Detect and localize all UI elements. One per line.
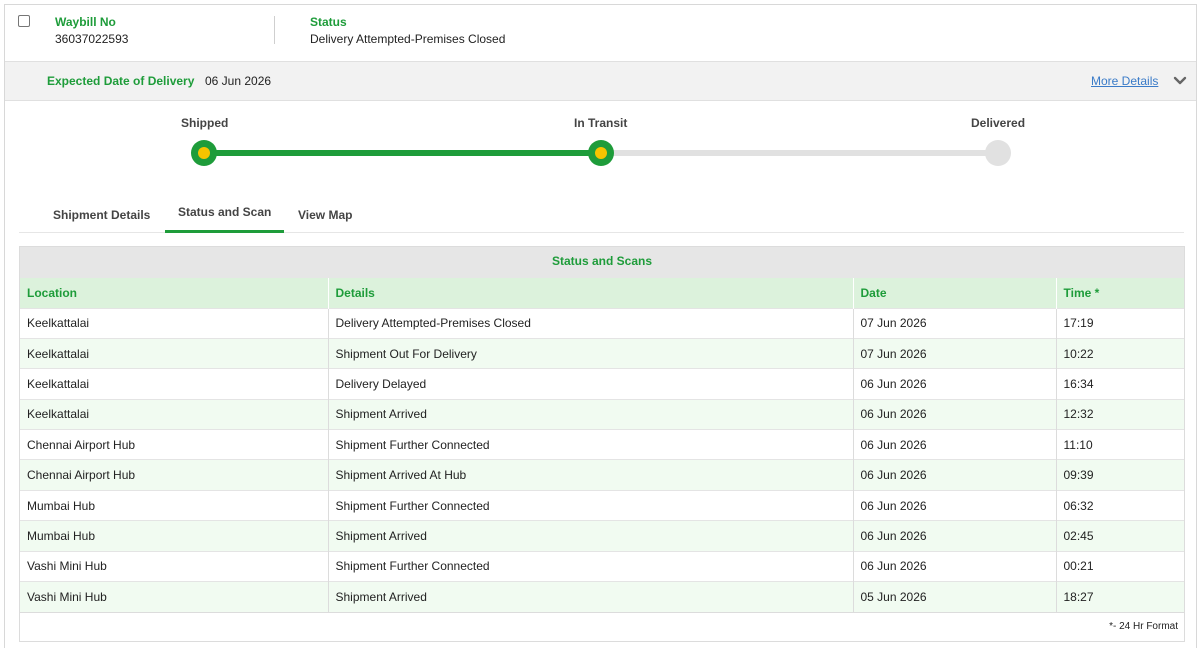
cell-time: 02:45 — [1056, 520, 1184, 552]
shipment-card: Waybill No 36037022593 Status Delivery A… — [4, 4, 1197, 648]
cell-time: 12:32 — [1056, 398, 1184, 430]
cell-details: Shipment Further Connected — [328, 550, 854, 582]
expected-delivery-label: Expected Date of Delivery — [47, 74, 195, 88]
tab-label: View Map — [298, 208, 353, 222]
select-checkbox[interactable] — [18, 15, 30, 27]
table-header-row: Location Details Date Time * — [20, 278, 1184, 308]
cell-date: 05 Jun 2026 — [853, 581, 1057, 612]
status-label: Status — [310, 15, 347, 29]
cell-time: 00:21 — [1056, 550, 1184, 582]
step-dot — [595, 147, 607, 159]
progress-track-remaining — [602, 150, 1000, 156]
shipment-header: Waybill No 36037022593 Status Delivery A… — [5, 5, 1196, 61]
cell-location: Keelkattalai — [20, 368, 329, 400]
status-scans-title: Status and Scans — [20, 247, 1184, 278]
tab-view-map[interactable]: View Map — [284, 195, 374, 233]
table-row: Keelkattalai Shipment Arrived 06 Jun 202… — [20, 398, 1184, 430]
cell-time: 11:10 — [1056, 429, 1184, 460]
cell-details: Shipment Arrived — [328, 398, 854, 430]
step-dot — [198, 147, 210, 159]
cell-location: Keelkattalai — [20, 307, 329, 339]
cell-details: Shipment Arrived — [328, 581, 854, 612]
step-label-in-transit: In Transit — [574, 116, 628, 130]
progress-track-completed — [204, 150, 602, 156]
chevron-down-icon[interactable] — [1173, 75, 1187, 87]
waybill-number: 36037022593 — [55, 32, 129, 46]
column-header-date: Date — [853, 278, 1057, 308]
status-scans-panel: Status and Scans Location Details Date T… — [19, 246, 1185, 642]
table-row: Chennai Airport Hub Shipment Further Con… — [20, 429, 1184, 460]
cell-time: 09:39 — [1056, 459, 1184, 491]
cell-location: Mumbai Hub — [20, 489, 329, 521]
table-row: Keelkattalai Shipment Out For Delivery 0… — [20, 337, 1184, 369]
cell-details: Shipment Arrived At Hub — [328, 459, 854, 491]
step-node-in-transit — [588, 140, 614, 166]
cell-location: Vashi Mini Hub — [20, 550, 329, 582]
cell-date: 06 Jun 2026 — [853, 398, 1057, 430]
cell-date: 07 Jun 2026 — [853, 337, 1057, 369]
cell-date: 06 Jun 2026 — [853, 520, 1057, 552]
cell-location: Chennai Airport Hub — [20, 429, 329, 460]
waybill-block: Waybill No 36037022593 — [55, 15, 128, 48]
detail-tabs: Shipment Details Status and Scan View Ma… — [19, 195, 1184, 233]
cell-date: 07 Jun 2026 — [853, 307, 1057, 339]
cell-date: 06 Jun 2026 — [853, 459, 1057, 491]
cell-details: Delivery Delayed — [328, 368, 854, 400]
expected-delivery-bar: Expected Date of Delivery 06 Jun 2026 Mo… — [5, 61, 1196, 101]
cell-location: Mumbai Hub — [20, 520, 329, 552]
table-row: Keelkattalai Delivery Attempted-Premises… — [20, 307, 1184, 339]
table-row: Vashi Mini Hub Shipment Arrived 05 Jun 2… — [20, 581, 1184, 612]
cell-date: 06 Jun 2026 — [853, 429, 1057, 460]
step-node-delivered — [985, 140, 1011, 166]
column-header-details: Details — [328, 278, 854, 308]
step-label-shipped: Shipped — [181, 116, 229, 130]
cell-time: 16:34 — [1056, 368, 1184, 400]
cell-date: 06 Jun 2026 — [853, 368, 1057, 400]
header-divider — [274, 16, 275, 44]
tab-shipment-details[interactable]: Shipment Details — [19, 195, 165, 233]
expected-delivery-date: 06 Jun 2026 — [205, 74, 272, 88]
status-value: Delivery Attempted-Premises Closed — [310, 32, 506, 46]
cell-location: Keelkattalai — [20, 337, 329, 369]
table-row: Mumbai Hub Shipment Further Connected 06… — [20, 489, 1184, 521]
cell-time: 06:32 — [1056, 489, 1184, 521]
cell-date: 06 Jun 2026 — [853, 550, 1057, 582]
time-format-footnote: *- 24 Hr Format — [20, 611, 1184, 641]
cell-date: 06 Jun 2026 — [853, 489, 1057, 521]
table-row: Keelkattalai Delivery Delayed 06 Jun 202… — [20, 368, 1184, 400]
tab-status-and-scan[interactable]: Status and Scan — [165, 195, 284, 233]
tab-label: Shipment Details — [53, 208, 151, 222]
table-row: Chennai Airport Hub Shipment Arrived At … — [20, 459, 1184, 491]
more-details-link[interactable]: More Details — [1091, 74, 1158, 88]
table-row: Mumbai Hub Shipment Arrived 06 Jun 2026 … — [20, 520, 1184, 552]
cell-details: Shipment Arrived — [328, 520, 854, 552]
cell-details: Shipment Out For Delivery — [328, 337, 854, 369]
step-label-delivered: Delivered — [971, 116, 1026, 130]
status-scans-table: Location Details Date Time * Keelkattala… — [20, 278, 1184, 612]
cell-time: 18:27 — [1056, 581, 1184, 612]
cell-details: Shipment Further Connected — [328, 489, 854, 521]
cell-location: Vashi Mini Hub — [20, 581, 329, 612]
table-row: Vashi Mini Hub Shipment Further Connecte… — [20, 550, 1184, 582]
status-block: Status Delivery Attempted-Premises Close… — [310, 15, 505, 48]
cell-details: Shipment Further Connected — [328, 429, 854, 460]
cell-time: 10:22 — [1056, 337, 1184, 369]
cell-details: Delivery Attempted-Premises Closed — [328, 307, 854, 339]
cell-time: 17:19 — [1056, 307, 1184, 339]
cell-location: Chennai Airport Hub — [20, 459, 329, 491]
column-header-time: Time * — [1056, 278, 1184, 308]
cell-location: Keelkattalai — [20, 398, 329, 430]
waybill-label: Waybill No — [55, 15, 116, 29]
tab-label: Status and Scan — [178, 205, 272, 219]
step-node-shipped — [191, 140, 217, 166]
column-header-location: Location — [20, 278, 329, 308]
